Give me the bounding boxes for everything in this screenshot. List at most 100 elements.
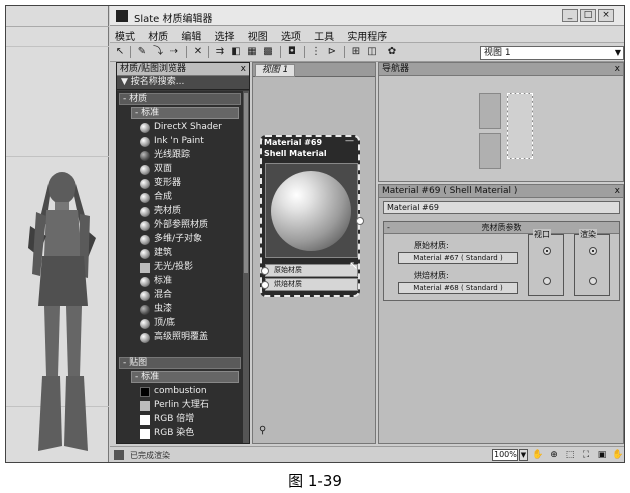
chevron-down-icon[interactable]: ▼ xyxy=(121,77,128,87)
map-item[interactable]: Perlin 大理石 xyxy=(139,399,239,412)
delete-icon[interactable]: ✕ xyxy=(192,46,204,58)
browser-scrollbar[interactable] xyxy=(243,91,249,443)
subgroup-maps-standard[interactable]: - 标准 xyxy=(131,371,239,383)
zoom-field[interactable]: 100% xyxy=(492,449,518,461)
group-maps[interactable]: - 贴图 xyxy=(119,357,241,369)
viewport-baked-radio[interactable] xyxy=(543,277,551,285)
material-item[interactable]: 建筑 xyxy=(139,247,239,260)
map-item-label: combustion xyxy=(154,386,207,396)
minimize-icon[interactable]: _ xyxy=(562,9,578,22)
menu-material[interactable]: 材质 xyxy=(143,26,173,43)
pan-hand-icon[interactable]: ✋ xyxy=(532,449,544,461)
material-item[interactable]: 标准 xyxy=(139,275,239,288)
map-item[interactable]: RGB 染色 xyxy=(139,427,239,440)
3d-viewport[interactable] xyxy=(6,6,109,462)
menu-tools[interactable]: 工具 xyxy=(309,26,339,43)
slot-original-material[interactable]: 原始材质 xyxy=(261,264,358,277)
zoom-icon[interactable]: ⊕ xyxy=(548,449,560,461)
browser-close-icon[interactable]: x xyxy=(241,63,246,75)
input-socket[interactable] xyxy=(261,281,269,289)
zoom-selected-icon[interactable]: ▣ xyxy=(596,449,608,461)
map-item[interactable]: RGB 倍增 xyxy=(139,413,239,426)
material-item[interactable]: 外部参照材质 xyxy=(139,219,239,232)
viewport-original-radio[interactable] xyxy=(543,247,551,255)
subgroup-standard[interactable]: - 标准 xyxy=(131,107,239,119)
material-item[interactable]: 合成 xyxy=(139,191,239,204)
pan-to-icon[interactable]: ✋ xyxy=(612,449,624,461)
maximize-icon[interactable]: □ xyxy=(580,9,596,22)
menu-select[interactable]: 选择 xyxy=(210,26,240,43)
params-close-icon[interactable]: x xyxy=(615,185,620,197)
menu-edit[interactable]: 编辑 xyxy=(176,26,206,43)
baked-material-button[interactable]: Material #68 ( Standard ) xyxy=(398,282,518,294)
close-icon[interactable]: × xyxy=(598,9,614,22)
navigator-view-frame[interactable] xyxy=(507,93,533,159)
node-collapse-button[interactable]: — xyxy=(345,136,354,146)
browser-list[interactable]: - 材质 - 标准 DirectX Shader Ink 'n Paint 光线跟踪… xyxy=(117,91,249,443)
zoom-extents-icon[interactable]: ⛶ xyxy=(580,449,592,461)
checker-icon[interactable]: ▩ xyxy=(262,46,274,58)
navigator-node-thumb[interactable] xyxy=(479,133,501,169)
material-item[interactable]: 多维/子对象 xyxy=(139,233,239,246)
layout-children-icon[interactable]: ⊳ xyxy=(326,46,338,58)
scrollbar-thumb[interactable] xyxy=(244,93,248,273)
zoom-dropdown-icon[interactable]: ▼ xyxy=(519,449,528,461)
show-background-icon[interactable]: ▦ xyxy=(246,46,258,58)
node-view[interactable]: 视图 1 Material #69 Shell Material — 原始材质 xyxy=(252,62,376,444)
render-original-radio[interactable] xyxy=(589,247,597,255)
view-tab-bar: 视图 1 xyxy=(253,63,375,77)
pick-material-icon[interactable]: ✎ xyxy=(136,46,148,58)
material-item[interactable]: 双面 xyxy=(139,163,239,176)
binoculars-icon[interactable]: ⚲ xyxy=(259,425,266,436)
material-name-field[interactable]: Material #69 xyxy=(383,201,620,214)
material-item[interactable]: 壳材质 xyxy=(139,205,239,218)
select-by-material-icon[interactable]: ◫ xyxy=(366,46,378,58)
node-name: Material #69 xyxy=(264,138,323,147)
navigator-panel: 导航器 x xyxy=(378,62,624,182)
material-item[interactable]: DirectX Shader xyxy=(139,121,239,134)
layout-icon[interactable]: ⋮ xyxy=(310,46,322,58)
map-item[interactable]: combustion xyxy=(139,385,239,398)
material-item[interactable]: 混合 xyxy=(139,289,239,302)
select-tool-icon[interactable]: ↖ xyxy=(114,46,126,58)
parameter-editor-icon[interactable]: ⊞ xyxy=(350,46,362,58)
navigator-close-icon[interactable]: x xyxy=(615,63,620,75)
shell-material-rollout: - 壳材质参数 原始材质: Material #67 ( Standard ) … xyxy=(383,221,620,301)
menu-utilities[interactable]: 实用程序 xyxy=(342,26,392,43)
preview-icon[interactable]: ◘ xyxy=(286,46,298,58)
material-item[interactable]: 光线跟踪 xyxy=(139,149,239,162)
material-swatch-icon xyxy=(140,123,150,133)
browser-title: 材质/贴图浏览器 xyxy=(120,64,187,74)
show-map-icon[interactable]: ◧ xyxy=(230,46,242,58)
assign-material-icon[interactable]: ⇢ xyxy=(168,46,180,58)
material-node[interactable]: Material #69 Shell Material — 原始材质 烘焙材质 xyxy=(260,135,364,297)
output-socket[interactable] xyxy=(356,217,364,225)
material-library-icon[interactable]: ✿ xyxy=(386,46,398,58)
render-baked-radio[interactable] xyxy=(589,277,597,285)
character-model[interactable] xyxy=(28,166,98,461)
material-item[interactable]: 高级照明覆盖 xyxy=(139,331,239,344)
zoom-region-icon[interactable]: ⬚ xyxy=(564,449,576,461)
put-to-scene-icon[interactable]: ⤵ xyxy=(152,46,164,58)
menu-bar: 模式 材质 编辑 选择 视图 选项 工具 实用程序 xyxy=(110,26,624,43)
menu-mode[interactable]: 模式 xyxy=(110,26,140,43)
original-material-button[interactable]: Material #67 ( Standard ) xyxy=(398,252,518,264)
material-item[interactable]: 无光/投影 xyxy=(139,261,239,274)
menu-view[interactable]: 视图 xyxy=(243,26,273,43)
material-item[interactable]: 变形器 xyxy=(139,177,239,190)
move-children-icon[interactable]: ⇉ xyxy=(214,46,226,58)
rollout-collapse-icon[interactable]: - xyxy=(387,222,390,233)
slot-baked-material[interactable]: 烘焙材质 xyxy=(261,278,358,291)
material-swatch-icon xyxy=(140,333,150,343)
browser-search-input[interactable]: ▼ 按名称搜索... xyxy=(117,76,249,90)
toolbar-divider xyxy=(304,46,305,58)
input-socket[interactable] xyxy=(261,267,269,275)
view-selector[interactable]: 视图 1 ▼ xyxy=(480,46,624,60)
tab-view-1[interactable]: 视图 1 xyxy=(255,64,295,77)
material-item[interactable]: Ink 'n Paint xyxy=(139,135,239,148)
material-item[interactable]: 虫漆 xyxy=(139,303,239,316)
material-item[interactable]: 顶/底 xyxy=(139,317,239,330)
group-materials[interactable]: - 材质 xyxy=(119,93,241,105)
menu-options[interactable]: 选项 xyxy=(276,26,306,43)
navigator-node-thumb[interactable] xyxy=(479,93,501,129)
